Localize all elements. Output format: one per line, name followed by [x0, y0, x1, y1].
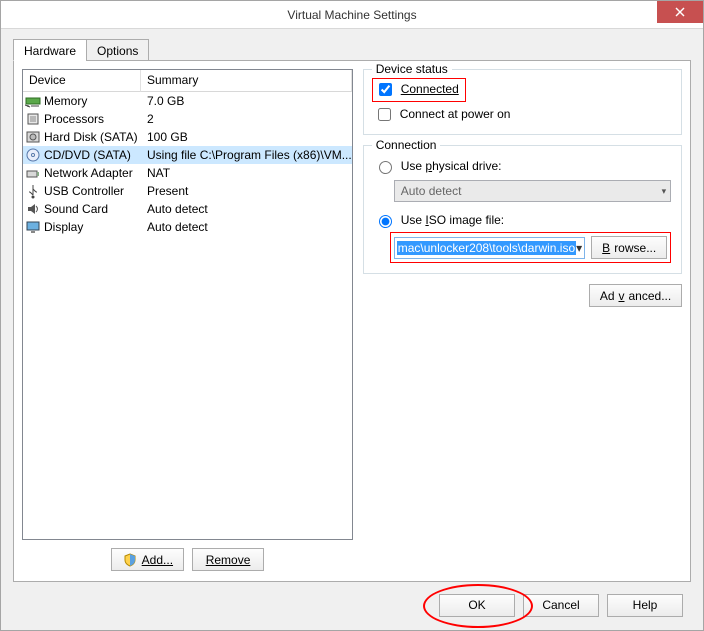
connect-poweron-label: Connect at power on [400, 107, 511, 121]
content-area: Hardware Options Device Summary Memory 7… [1, 29, 703, 630]
help-button[interactable]: Help [607, 594, 683, 617]
connected-highlight: Connected [372, 78, 466, 102]
list-item[interactable]: Sound Card Auto detect [23, 200, 352, 218]
hdd-icon [25, 129, 41, 145]
browse-button[interactable]: Browse... [591, 236, 667, 259]
left-column: Device Summary Memory 7.0 GB Processors … [22, 69, 353, 573]
list-item[interactable]: Network Adapter NAT [23, 164, 352, 182]
group-title: Connection [372, 138, 441, 152]
add-text: Add... [142, 553, 173, 567]
memory-icon [25, 93, 41, 109]
right-column: Device status Connected Connect at power… [363, 69, 682, 573]
cd-icon [25, 147, 41, 163]
settings-window: Virtual Machine Settings Hardware Option… [0, 0, 704, 631]
iso-radio[interactable] [379, 215, 392, 228]
device-summary: Auto detect [143, 200, 352, 218]
left-buttons: Add... Remove [22, 540, 353, 573]
device-status-group: Device status Connected Connect at power… [363, 69, 682, 135]
advanced-row: Advanced... [363, 284, 682, 307]
bottom-buttons: OK Cancel Help [13, 582, 691, 622]
tab-body: Device Summary Memory 7.0 GB Processors … [13, 60, 691, 582]
remove-text: Remove [206, 553, 251, 567]
group-title: Device status [372, 62, 452, 76]
physical-combo[interactable]: Auto detect ▾ [394, 180, 671, 202]
device-summary: 2 [143, 110, 352, 128]
ok-button[interactable]: OK [439, 594, 515, 617]
connected-label: Connected [401, 82, 459, 96]
list-item[interactable]: Hard Disk (SATA) 100 GB [23, 128, 352, 146]
device-name: Display [44, 218, 83, 236]
list-item[interactable]: Display Auto detect [23, 218, 352, 236]
iso-path-value: mac\unlocker208\tools\darwin.iso [397, 241, 576, 255]
display-icon [25, 219, 41, 235]
device-summary: Using file C:\Program Files (x86)\VM... [143, 146, 352, 164]
col-summary[interactable]: Summary [141, 70, 352, 92]
sound-icon [25, 201, 41, 217]
window-title: Virtual Machine Settings [1, 8, 703, 22]
add-button[interactable]: Add... [111, 548, 184, 571]
device-name: CD/DVD (SATA) [44, 146, 131, 164]
physical-radio[interactable] [379, 161, 392, 174]
list-item[interactable]: CD/DVD (SATA) Using file C:\Program File… [23, 146, 352, 164]
connection-group: Connection Use physical drive: Auto dete… [363, 145, 682, 274]
device-summary: 100 GB [143, 128, 352, 146]
physical-label: Use physical drive: [401, 159, 502, 173]
chevron-down-icon: ▾ [576, 241, 582, 255]
iso-label: Use ISO image file: [401, 213, 504, 227]
device-name: Sound Card [44, 200, 108, 218]
tab-hardware[interactable]: Hardware [13, 39, 87, 61]
chevron-down-icon: ▾ [662, 186, 667, 197]
iso-path-combo[interactable]: mac\unlocker208\tools\darwin.iso ▾ [394, 237, 585, 259]
list-item[interactable]: Memory 7.0 GB [23, 92, 352, 110]
list-item[interactable]: USB Controller Present [23, 182, 352, 200]
shield-icon [122, 552, 138, 568]
device-summary: Present [143, 182, 352, 200]
titlebar: Virtual Machine Settings [1, 1, 703, 29]
close-icon [675, 7, 685, 17]
connect-poweron-checkbox[interactable] [378, 108, 391, 121]
device-name: Processors [44, 110, 104, 128]
device-summary: 7.0 GB [143, 92, 352, 110]
device-summary: NAT [143, 164, 352, 182]
device-summary: Auto detect [143, 218, 352, 236]
close-button[interactable] [657, 1, 703, 23]
advanced-button[interactable]: Advanced... [589, 284, 682, 307]
device-name: Network Adapter [44, 164, 133, 182]
physical-combo-value: Auto detect [401, 184, 462, 198]
device-name: Memory [44, 92, 87, 110]
device-list[interactable]: Device Summary Memory 7.0 GB Processors … [22, 69, 353, 540]
add-label: Add... [142, 553, 173, 567]
cancel-button[interactable]: Cancel [523, 594, 599, 617]
remove-button[interactable]: Remove [192, 548, 264, 571]
tabs: Hardware Options [13, 39, 691, 61]
connected-checkbox[interactable] [379, 83, 392, 96]
list-body: Memory 7.0 GB Processors 2 Hard Disk (SA… [23, 92, 352, 236]
list-item[interactable]: Processors 2 [23, 110, 352, 128]
device-name: USB Controller [44, 182, 124, 200]
network-icon [25, 165, 41, 181]
cpu-icon [25, 111, 41, 127]
device-name: Hard Disk (SATA) [44, 128, 138, 146]
list-header: Device Summary [23, 70, 352, 92]
iso-highlight: mac\unlocker208\tools\darwin.iso ▾ Brows… [390, 232, 671, 263]
tab-options[interactable]: Options [86, 39, 149, 61]
col-device[interactable]: Device [23, 70, 141, 92]
usb-icon [25, 183, 41, 199]
